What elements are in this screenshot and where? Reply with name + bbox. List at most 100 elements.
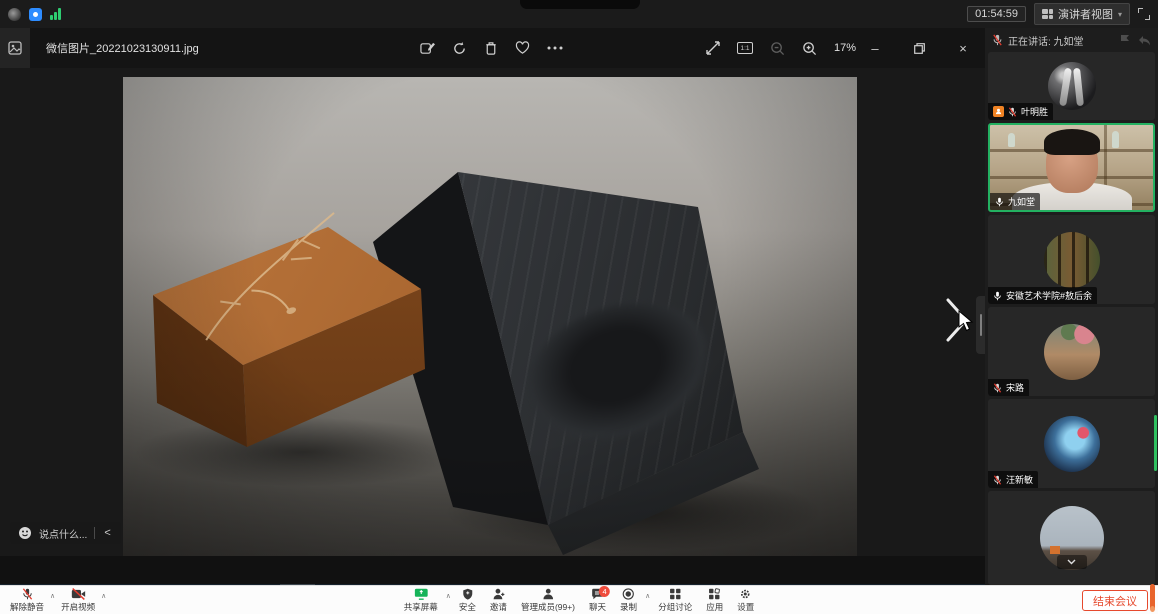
delete-icon[interactable] (484, 41, 498, 56)
photo-canvas (123, 77, 857, 556)
screen: 01:54:59 演讲者视图 ▾ 微信图片_20221023130911.jpg (0, 0, 1158, 614)
edit-image-icon[interactable] (420, 41, 435, 56)
unmute-button[interactable]: 解除静音 (4, 588, 50, 613)
rotate-icon[interactable] (452, 41, 467, 56)
collapse-tile-button[interactable] (1057, 555, 1087, 569)
comment-divider (94, 527, 95, 539)
gallery-icon[interactable] (0, 28, 30, 68)
apps-label: 应用 (706, 601, 723, 613)
comment-placeholder[interactable]: 说点什么... (39, 526, 87, 541)
record-button[interactable]: 录制 (614, 588, 643, 613)
reply-arrow-icon[interactable] (1138, 35, 1151, 46)
gear-icon (739, 588, 752, 600)
settings-label: 设置 (737, 601, 754, 613)
unmute-label: 解除静音 (10, 601, 44, 613)
view-mode-button[interactable]: 演讲者视图 ▾ (1034, 3, 1130, 25)
fit-to-window-icon[interactable] (706, 41, 720, 55)
favorite-heart-icon[interactable] (515, 41, 530, 55)
breakout-label: 分组讨论 (658, 601, 692, 613)
chat-label: 聊天 (589, 601, 606, 613)
speaking-header: 正在讲话: 九如堂 (985, 28, 1158, 52)
avatar (1044, 232, 1100, 288)
network-signal-icon (50, 8, 61, 20)
participant-name: 安徽艺术学院#敖后余 (1006, 289, 1092, 302)
close-button[interactable]: × (941, 28, 985, 68)
meeting-security-icon[interactable] (29, 8, 42, 21)
share-control-notch[interactable] (520, 0, 640, 9)
actual-size-icon[interactable]: 1:1 (737, 42, 753, 54)
fullscreen-icon[interactable] (1138, 8, 1150, 20)
emoji-icon[interactable] (18, 526, 32, 540)
invite-button[interactable]: 邀请 (484, 588, 513, 613)
more-options-icon[interactable] (547, 46, 563, 50)
share-screen-icon (413, 588, 428, 600)
participant-tile[interactable] (988, 491, 1155, 585)
muted-mic-icon (993, 383, 1002, 393)
participant-tile[interactable]: 叶明胜 (988, 52, 1155, 120)
record-icon (622, 588, 635, 600)
flag-icon[interactable] (1119, 34, 1133, 46)
avatar (1048, 62, 1096, 110)
collapse-comment-button[interactable]: < (102, 527, 112, 539)
manage-members-button[interactable]: 管理成员(99+) (515, 588, 581, 613)
shield-icon (461, 588, 473, 600)
muted-mic-icon (1008, 107, 1017, 117)
participant-name: 汪新敏 (1006, 473, 1033, 486)
filmstrip-handle[interactable] (976, 296, 985, 354)
muted-mic-icon (993, 475, 1002, 485)
zoom-out-icon[interactable] (770, 41, 785, 56)
meeting-info-icon[interactable] (8, 8, 21, 21)
participant-name: 叶明胜 (1021, 105, 1048, 118)
participant-tile[interactable]: 宋路 (988, 307, 1155, 396)
layout-grid-icon (1042, 9, 1053, 19)
breakout-icon (669, 588, 682, 600)
apps-button[interactable]: 应用 (700, 588, 729, 613)
topbar-status-icons (8, 8, 61, 21)
speaking-label: 正在讲话: 九如堂 (1008, 33, 1084, 48)
muted-mic-icon (992, 34, 1003, 46)
photos-titlebar: 微信图片_20221023130911.jpg (0, 28, 985, 68)
settings-button[interactable]: 设置 (731, 588, 760, 613)
invite-label: 邀请 (490, 601, 507, 613)
record-options-caret[interactable]: ∧ (645, 592, 650, 600)
start-video-button[interactable]: 开启视频 (55, 588, 101, 613)
minimize-button[interactable]: – (853, 28, 897, 68)
share-options-caret[interactable]: ∧ (446, 592, 451, 600)
chevron-down-icon (1067, 559, 1076, 565)
avatar (1044, 324, 1100, 380)
record-label: 录制 (620, 601, 637, 613)
photo-vignette (123, 77, 857, 556)
host-badge-icon (993, 106, 1004, 117)
avatar (1044, 416, 1100, 472)
restore-button[interactable] (897, 28, 941, 68)
video-options-caret[interactable]: ∧ (101, 592, 106, 600)
mic-muted-icon (21, 588, 34, 600)
breakout-rooms-button[interactable]: 分组讨论 (652, 588, 698, 613)
security-button[interactable]: 安全 (453, 588, 482, 613)
share-screen-label: 共享屏幕 (404, 601, 438, 613)
comment-bar[interactable]: 说点什么... < (10, 522, 121, 544)
chevron-down-icon: ▾ (1118, 10, 1122, 19)
meeting-control-bar: 解除静音 ∧ 开启视频 ∧ 共享屏幕 ∧ 安全 邀请 (0, 585, 1158, 614)
mouse-cursor (958, 310, 975, 332)
participant-tile[interactable]: 汪新敏 (988, 399, 1155, 488)
meeting-timer: 01:54:59 (967, 6, 1026, 22)
share-screen-button[interactable]: 共享屏幕 (398, 588, 444, 613)
camera-off-icon (71, 588, 86, 600)
chat-button[interactable]: 4 聊天 (583, 588, 612, 613)
participant-tile[interactable]: 安徽艺术学院#敖后余 (988, 215, 1155, 304)
sidebar-scrollbar[interactable] (1154, 415, 1157, 471)
chat-badge: 4 (599, 586, 610, 597)
participant-video-tile[interactable]: 九如堂 (988, 123, 1155, 212)
start-video-label: 开启视频 (61, 601, 95, 613)
view-mode-label: 演讲者视图 (1058, 6, 1113, 22)
photos-app-window: 微信图片_20221023130911.jpg (0, 28, 985, 556)
orange-scroll-indicator[interactable] (1150, 584, 1155, 611)
zoom-in-icon[interactable] (802, 41, 817, 56)
participant-name: 九如堂 (1008, 195, 1035, 208)
manage-members-label: 管理成员(99+) (521, 601, 575, 613)
members-icon (541, 588, 554, 600)
security-label: 安全 (459, 601, 476, 613)
end-meeting-button[interactable]: 结束会议 (1082, 590, 1148, 611)
participants-sidebar: 正在讲话: 九如堂 叶明胜 (985, 28, 1158, 585)
